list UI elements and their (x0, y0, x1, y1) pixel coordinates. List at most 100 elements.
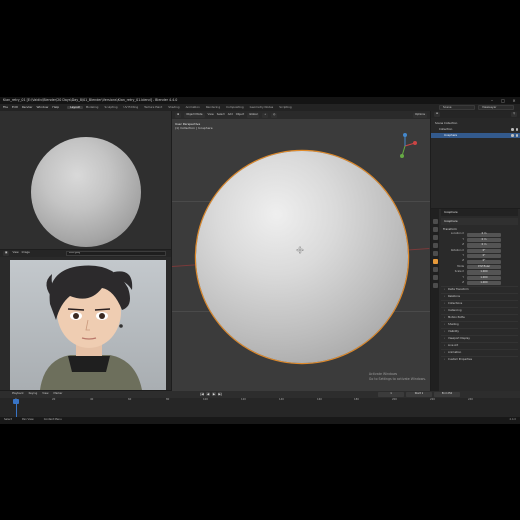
ruler-tick: 200 (392, 398, 397, 401)
viewport-add-menu[interactable]: Add (228, 113, 233, 117)
render-tab-icon[interactable] (432, 227, 438, 232)
current-frame-field[interactable]: 1 (378, 392, 404, 397)
panel-motion-paths[interactable]: Motion Paths (441, 313, 518, 321)
timeline-ruler[interactable]: 0 20 40 60 80 100 120 140 160 180 200 22… (0, 398, 520, 404)
panel-collections[interactable]: Collections (441, 299, 518, 307)
tab-texture-paint[interactable]: Texture Paint (141, 106, 165, 109)
timeline-view-menu[interactable]: View (42, 393, 48, 396)
timeline-header: Playback Keying View Marker |◀ ◀ ▶ ▶| 1 … (0, 391, 520, 398)
editor-type-icon[interactable]: ⊞ (175, 112, 182, 118)
image-image-menu[interactable]: Image (22, 252, 30, 255)
menu-render[interactable]: Render (22, 106, 33, 109)
keying-menu[interactable]: Keying (29, 393, 38, 396)
viewport-object-menu[interactable]: Object (236, 113, 244, 117)
proportional-edit-icon[interactable]: ◎ (270, 112, 278, 118)
transform-orientation-dropdown[interactable]: Global (247, 112, 260, 118)
rotation-mode-dropdown[interactable]: XYZ Euler (467, 264, 501, 270)
status-bar: Select Pan View Context Menu 4.4.0 (0, 417, 520, 424)
outliner-icosphere[interactable]: Icosphere (431, 133, 520, 138)
viewport-select-menu[interactable]: Select (217, 113, 225, 117)
panel-viewport-display[interactable]: Viewport Display (441, 334, 518, 342)
tab-layout[interactable]: Layout (67, 106, 83, 109)
prop-label: Scale X (454, 270, 464, 274)
panel-visibility[interactable]: Visibility (441, 327, 518, 335)
tab-animation[interactable]: Animation (183, 106, 203, 109)
scene-field[interactable]: Scene (439, 105, 475, 110)
scale-x-field[interactable]: 1.000 (467, 270, 501, 275)
outliner-filter-icon[interactable]: ⚲ (511, 112, 517, 117)
menu-edit[interactable]: Edit (12, 106, 18, 109)
location-x-field[interactable]: 0 m (467, 232, 501, 237)
end-frame-field[interactable]: End 250 (434, 392, 460, 397)
view-layer-field[interactable]: ViewLayer (478, 105, 514, 110)
rotation-x-field[interactable]: 0° (467, 248, 501, 253)
marker-menu[interactable]: Marker (53, 393, 62, 396)
scale-y-field[interactable]: 1.000 (467, 275, 501, 280)
material-preview-pane[interactable] (0, 111, 171, 249)
tool-tab-icon[interactable] (432, 219, 438, 224)
outliner-collection[interactable]: Collection (431, 127, 520, 132)
tab-uv-editing[interactable]: UV Editing (121, 106, 142, 109)
outliner-scene-collection[interactable]: Scene Collection (431, 121, 520, 126)
menu-file[interactable]: File (3, 106, 8, 109)
3d-viewport[interactable]: ⊞ Object Mode View Select Add Object Glo… (172, 111, 430, 391)
jump-start-icon[interactable]: |◀ (200, 392, 204, 396)
object-name-field[interactable]: Icosphere (441, 218, 518, 225)
location-y-field[interactable]: 0 m (467, 237, 501, 243)
image-view-menu[interactable]: View (12, 252, 18, 255)
image-path-field[interactable]: Kian.jpeg (66, 251, 166, 256)
material-tab-icon[interactable] (432, 283, 438, 288)
minimize-icon[interactable]: – (490, 98, 494, 103)
scene-tab-icon[interactable] (432, 243, 438, 248)
object-mode-dropdown[interactable]: Object Mode (184, 112, 205, 118)
tab-sculpting[interactable]: Sculpting (101, 106, 120, 109)
outliner-header: ☰ ⚲ (431, 111, 520, 118)
panel-instancing[interactable]: Instancing (441, 306, 518, 314)
play-icon[interactable]: ▶ (212, 392, 216, 396)
panel-custom-properties[interactable]: Custom Properties (441, 355, 518, 363)
step-forward-icon[interactable]: ▶| (218, 392, 222, 396)
visibility-toggles[interactable] (511, 128, 518, 131)
panel-animation[interactable]: Animation (441, 348, 518, 356)
panel-delta-transform[interactable]: Delta Transform (441, 285, 518, 293)
modifier-tab-icon[interactable] (432, 267, 438, 272)
rotation-y-field[interactable]: 0° (467, 254, 501, 259)
scale-z-field[interactable]: 1.000 (467, 281, 501, 286)
tab-geometry-nodes[interactable]: Geometry Nodes (247, 106, 277, 109)
start-frame-field[interactable]: Start 1 (406, 392, 432, 397)
panel-relations[interactable]: Relations (441, 292, 518, 300)
close-icon[interactable]: × (512, 98, 516, 103)
icosphere-label: Icosphere (444, 133, 458, 138)
physics-tab-icon[interactable] (432, 275, 438, 280)
panel-shading[interactable]: Shading (441, 320, 518, 328)
playback-menu[interactable]: Playback (12, 393, 24, 396)
outliner-pane: ☰ ⚲ Scene Collection Collection Icospher… (431, 111, 520, 208)
tab-compositing[interactable]: Compositing (223, 106, 247, 109)
tab-rendering[interactable]: Rendering (203, 106, 223, 109)
viewport-info-overlay: User Perspective (1) Collection | Icosph… (175, 122, 213, 130)
icosphere-object[interactable] (196, 151, 408, 363)
viewport-view-menu[interactable]: View (208, 113, 214, 117)
menu-window[interactable]: Window (37, 106, 49, 109)
editor-type-icon[interactable]: ☰ (434, 112, 441, 117)
location-z-field[interactable]: 0 m (467, 243, 501, 248)
maximize-icon[interactable]: □ (501, 98, 505, 103)
world-tab-icon[interactable] (432, 251, 438, 256)
editor-type-icon[interactable]: ▣ (3, 251, 10, 256)
object-tab-icon[interactable] (432, 259, 438, 264)
visibility-toggles[interactable] (511, 134, 518, 137)
menu-help[interactable]: Help (52, 106, 59, 109)
tab-modeling[interactable]: Modeling (83, 106, 102, 109)
navigation-gizmo-icon[interactable] (390, 131, 420, 161)
reference-image[interactable] (10, 260, 166, 390)
status-select: Select (4, 418, 13, 422)
output-tab-icon[interactable] (432, 235, 438, 240)
rotation-z-field[interactable]: 0° (467, 259, 501, 264)
3d-cursor-icon[interactable] (296, 246, 304, 254)
tab-shading[interactable]: Shading (165, 106, 182, 109)
step-back-icon[interactable]: ◀ (206, 392, 210, 396)
snap-icon[interactable]: ⌖ (262, 112, 268, 118)
options-dropdown[interactable]: Options (412, 112, 427, 118)
tab-scripting[interactable]: Scripting (276, 106, 294, 109)
panel-line-art[interactable]: Line Art (441, 341, 518, 349)
